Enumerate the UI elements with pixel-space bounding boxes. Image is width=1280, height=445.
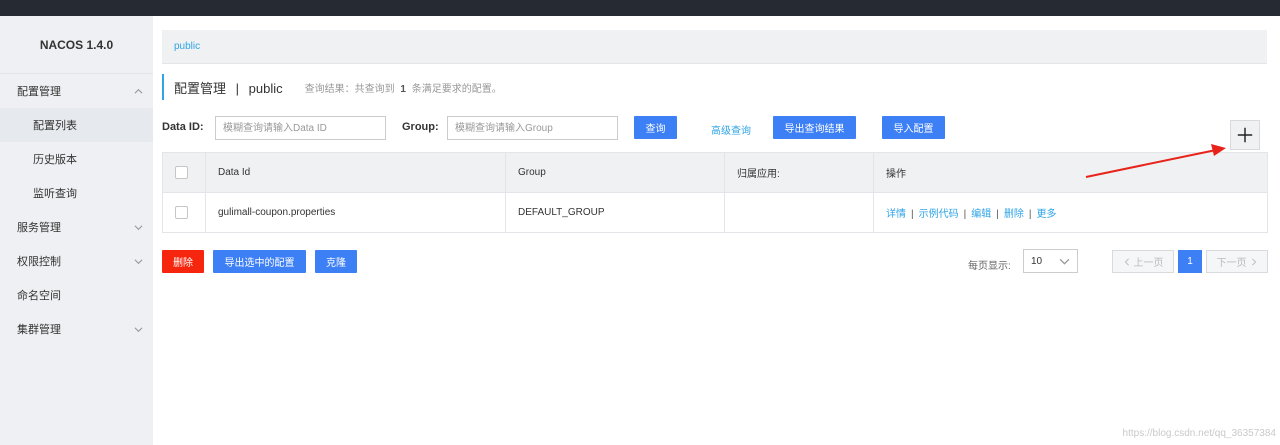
page-size-select[interactable]: 10 (1023, 249, 1078, 273)
query-button[interactable]: 查询 (634, 116, 677, 139)
chevron-down-icon (1059, 258, 1070, 265)
advanced-query-link[interactable]: 高级查询 (711, 122, 751, 137)
export-results-button[interactable]: 导出查询结果 (773, 116, 856, 139)
chevron-down-icon (134, 325, 143, 334)
group-label: Group: (402, 121, 439, 133)
cell-actions: 详情 | 示例代码 | 编辑 | 删除 | 更多 (873, 192, 1268, 233)
sidebar-item-access-control[interactable]: 权限控制 (0, 244, 153, 278)
select-all-checkbox[interactable] (175, 166, 188, 179)
page-title-text: 配置管理 (174, 80, 227, 96)
import-config-button[interactable]: 导入配置 (882, 116, 945, 139)
sidebar-item-history[interactable]: 历史版本 (0, 142, 153, 176)
page-size-label: 每页显示: (968, 261, 1011, 272)
cell-app (724, 192, 874, 233)
next-page-button[interactable]: 下一页 (1206, 250, 1268, 273)
sidebar-item-namespace[interactable]: 命名空间 (0, 278, 153, 312)
sidebar-item-label: 集群管理 (17, 324, 61, 336)
clone-button[interactable]: 克隆 (315, 250, 357, 273)
cell-group: DEFAULT_GROUP (505, 192, 725, 233)
sidebar-item-config-management[interactable]: 配置管理 (0, 74, 153, 108)
column-header-group: Group (505, 152, 725, 193)
sidebar-item-label: 权限控制 (17, 256, 61, 268)
table-header-row: Data Id Group 归属应用: 操作 (162, 152, 1268, 193)
cell-data-id: gulimall-coupon.properties (205, 192, 506, 233)
bulk-delete-button[interactable]: 删除 (162, 250, 204, 273)
sidebar-item-label: 历史版本 (33, 154, 77, 166)
details-link[interactable]: 详情 (886, 209, 906, 220)
dataid-label: Data ID: (162, 121, 204, 133)
result-prefix: 查询结果：共查询到 (304, 83, 395, 95)
page-size-value: 10 (1031, 255, 1043, 267)
namespace-link[interactable]: public (174, 41, 200, 52)
table-row: gulimall-coupon.properties DEFAULT_GROUP… (162, 192, 1268, 233)
prev-page-label: 上一页 (1133, 258, 1164, 269)
export-selected-button[interactable]: 导出选中的配置 (213, 250, 306, 273)
sidebar-item-service-management[interactable]: 服务管理 (0, 210, 153, 244)
column-header-actions: 操作 (873, 152, 1268, 193)
sidebar-item-cluster-management[interactable]: 集群管理 (0, 312, 153, 346)
chevron-right-icon (1251, 257, 1256, 266)
page-header: 配置管理 | public 查询结果：共查询到 1 条满足要求的配置。 (162, 74, 502, 100)
sidebar-item-label: 监听查询 (33, 188, 77, 200)
page-title-namespace: public (248, 80, 283, 96)
sidebar: NACOS 1.4.0 配置管理 配置列表 历史版本 监听查询 服务管理 权限控… (0, 16, 153, 445)
chevron-left-icon (1124, 257, 1129, 266)
row-checkbox[interactable] (175, 206, 188, 219)
plus-icon (1237, 127, 1253, 143)
page-title: 配置管理 | public (174, 78, 283, 97)
result-count: 1 (400, 83, 406, 95)
more-link[interactable]: 更多 (1036, 209, 1056, 220)
sidebar-item-config-list[interactable]: 配置列表 (0, 108, 153, 142)
delete-link[interactable]: 删除 (1004, 209, 1024, 220)
dataid-search-input[interactable] (215, 116, 386, 140)
namespace-breadcrumb: public (162, 30, 1267, 64)
title-separator: | (235, 80, 240, 96)
sidebar-item-listener-query[interactable]: 监听查询 (0, 176, 153, 210)
sample-code-link[interactable]: 示例代码 (919, 209, 959, 220)
add-config-button[interactable] (1230, 120, 1260, 150)
config-table: Data Id Group 归属应用: 操作 gulimall-coupon.p… (162, 152, 1268, 233)
result-summary: 查询结果：共查询到 1 条满足要求的配置。 (305, 80, 502, 95)
next-page-label: 下一页 (1216, 258, 1247, 269)
sidebar-item-label: 服务管理 (17, 222, 61, 234)
group-search-input[interactable] (447, 116, 618, 140)
result-suffix: 条满足要求的配置。 (411, 83, 502, 95)
column-header-app: 归属应用: (724, 152, 874, 193)
chevron-down-icon (134, 223, 143, 232)
edit-link[interactable]: 编辑 (971, 209, 991, 220)
chevron-down-icon (134, 257, 143, 266)
app-logo: NACOS 1.4.0 (0, 16, 153, 74)
prev-page-button[interactable]: 上一页 (1112, 250, 1174, 273)
sidebar-item-label: 配置列表 (33, 120, 77, 132)
top-bar (0, 0, 1280, 16)
watermark: https://blog.csdn.net/qq_36357384 (1122, 428, 1276, 439)
sidebar-item-label: 命名空间 (17, 290, 61, 302)
main-content: public 配置管理 | public 查询结果：共查询到 1 条满足要求的配… (153, 16, 1280, 445)
sidebar-item-label: 配置管理 (17, 86, 61, 98)
current-page-button[interactable]: 1 (1178, 250, 1202, 273)
column-header-data-id: Data Id (205, 152, 506, 193)
search-bar: Data ID: Group: 查询 高级查询 导出查询结果 导入配置 (162, 116, 1162, 140)
chevron-up-icon (134, 87, 143, 96)
